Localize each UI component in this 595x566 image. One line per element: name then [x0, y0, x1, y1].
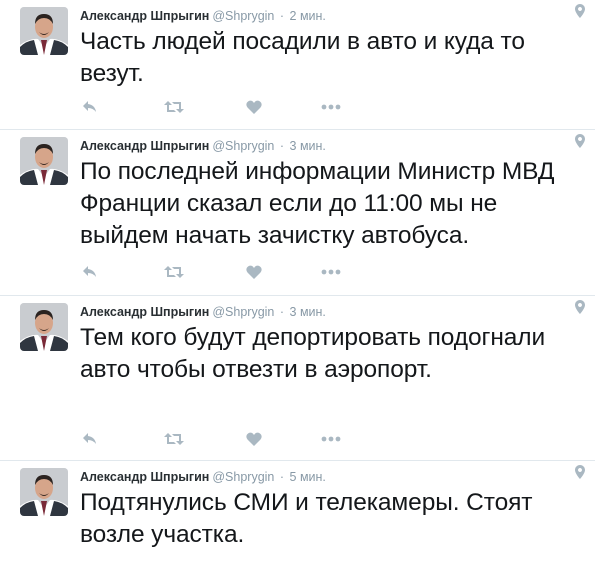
reply-button[interactable] — [82, 264, 98, 280]
like-button[interactable] — [246, 264, 262, 280]
tweet-header: Александр Шпрыгин @Shprygin · 3 мин. — [80, 304, 326, 320]
retweet-button[interactable] — [164, 264, 184, 280]
avatar-image — [20, 137, 68, 185]
tweet-header: Александр Шпрыгин @Shprygin · 2 мин. — [80, 8, 326, 24]
timestamp[interactable]: 3 мин. — [290, 139, 326, 153]
separator: · — [279, 305, 285, 319]
avatar[interactable] — [20, 468, 68, 516]
like-button[interactable] — [246, 99, 262, 115]
heart-icon — [246, 265, 262, 279]
reply-icon — [83, 101, 96, 112]
avatar[interactable] — [20, 303, 68, 351]
author-handle[interactable]: @Shprygin — [212, 139, 274, 153]
tweet[interactable]: Александр Шпрыгин @Shprygin · 3 мин. Тем … — [0, 296, 595, 461]
avatar[interactable] — [20, 7, 68, 55]
retweet-button[interactable] — [164, 431, 184, 447]
reply-button[interactable] — [82, 99, 98, 115]
retweet-button[interactable] — [164, 99, 184, 115]
like-button[interactable] — [246, 431, 262, 447]
timestamp[interactable]: 3 мин. — [290, 305, 326, 319]
more-icon — [321, 436, 341, 442]
avatar[interactable] — [20, 137, 68, 185]
reply-icon — [83, 433, 96, 444]
heart-icon — [246, 432, 262, 446]
tweet-text: Часть людей посадили в авто и куда то ве… — [80, 28, 525, 87]
location-pin-icon[interactable] — [575, 300, 585, 314]
author-name[interactable]: Александр Шпрыгин — [80, 139, 209, 153]
separator: · — [279, 139, 285, 153]
tweet-actions — [80, 431, 380, 447]
separator: · — [279, 9, 285, 23]
author-handle[interactable]: @Shprygin — [212, 9, 274, 23]
author-name[interactable]: Александр Шпрыгин — [80, 470, 209, 484]
location-pin-icon[interactable] — [575, 465, 585, 479]
tweet-text: По последней информации Министр МВД Фран… — [80, 158, 555, 249]
timeline: Александр Шпрыгин @Shprygin · 2 мин. Част… — [0, 0, 595, 566]
location-pin-icon[interactable] — [575, 4, 585, 18]
author-handle[interactable]: @Shprygin — [212, 470, 274, 484]
tweet-text: Подтянулись СМИ и телекамеры. Стоят возл… — [80, 489, 533, 548]
more-icon — [321, 104, 341, 110]
retweet-icon — [164, 101, 184, 113]
retweet-icon — [164, 433, 184, 445]
timestamp[interactable]: 5 мин. — [290, 470, 326, 484]
avatar-image — [20, 468, 68, 516]
heart-icon — [246, 100, 262, 114]
tweet-actions — [80, 264, 380, 280]
more-button[interactable] — [321, 431, 341, 447]
location-pin-icon[interactable] — [575, 134, 585, 148]
timestamp[interactable]: 2 мин. — [290, 9, 326, 23]
author-name[interactable]: Александр Шпрыгин — [80, 9, 209, 23]
avatar-image — [20, 303, 68, 351]
tweet[interactable]: Александр Шпрыгин @Shprygin · 3 мин. По п… — [0, 130, 595, 296]
tweet[interactable]: Александр Шпрыгин @Shprygin · 2 мин. Част… — [0, 0, 595, 130]
retweet-icon — [164, 266, 184, 278]
tweet-text: Тем кого будут депортировать подогнали а… — [80, 324, 546, 383]
more-button[interactable] — [321, 99, 341, 115]
tweet-actions — [80, 99, 380, 115]
tweet-header: Александр Шпрыгин @Shprygin · 5 мин. — [80, 469, 326, 485]
avatar-image — [20, 7, 68, 55]
reply-button[interactable] — [82, 431, 98, 447]
tweet[interactable]: Александр Шпрыгин @Shprygin · 5 мин. Подт… — [0, 461, 595, 566]
author-handle[interactable]: @Shprygin — [212, 305, 274, 319]
more-icon — [321, 269, 341, 275]
reply-icon — [83, 266, 96, 277]
separator: · — [279, 470, 285, 484]
tweet-header: Александр Шпрыгин @Shprygin · 3 мин. — [80, 138, 326, 154]
more-button[interactable] — [321, 264, 341, 280]
author-name[interactable]: Александр Шпрыгин — [80, 305, 209, 319]
